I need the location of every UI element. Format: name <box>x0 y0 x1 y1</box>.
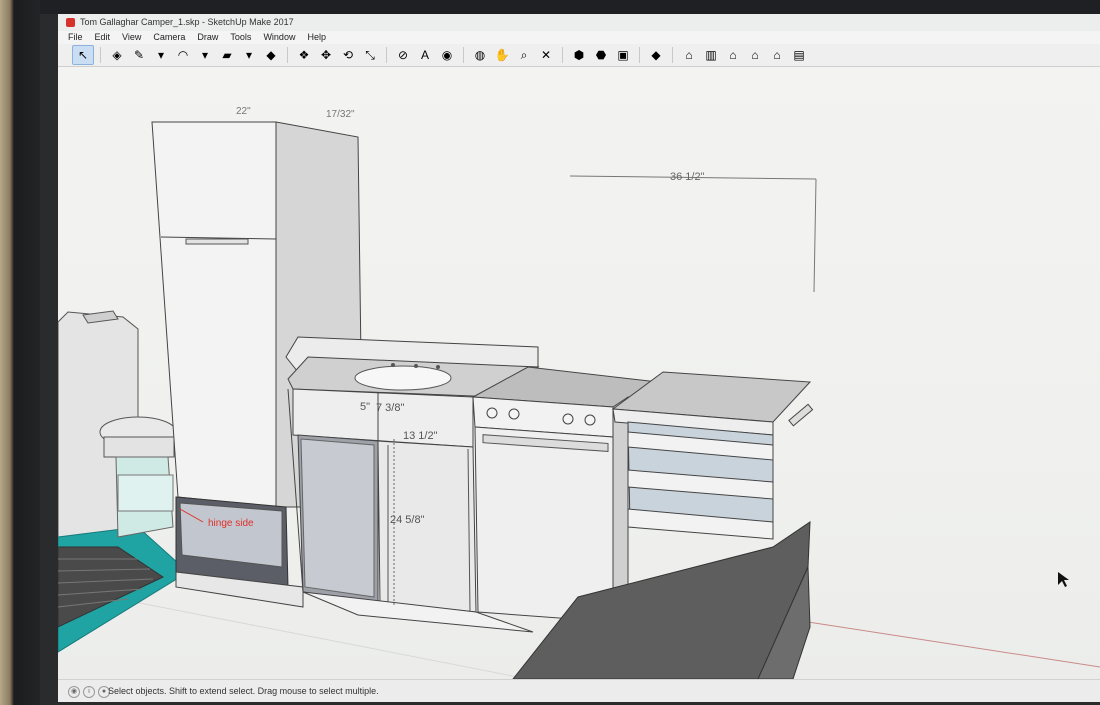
offset-tool[interactable]: ❖ <box>294 46 314 64</box>
sink-cabinet-interior <box>300 438 375 598</box>
back-view[interactable]: ⌂ <box>767 46 787 64</box>
toolbar-separator <box>463 47 464 63</box>
title-bar: Tom Gallaghar Camper_1.skp - SketchUp Ma… <box>58 14 1100 31</box>
toilet-bowl <box>103 436 175 458</box>
axis-red-line <box>807 621 1100 668</box>
eraser-tool[interactable]: ◈ <box>107 46 127 64</box>
dimension-22: 22" <box>236 106 251 117</box>
top-view[interactable]: ▥ <box>701 46 721 64</box>
menu-help[interactable]: Help <box>301 31 332 44</box>
paint-bucket-tool[interactable]: ◉ <box>437 46 457 64</box>
dimension-13: 13 1/2" <box>403 430 438 442</box>
window-title: Tom Gallaghar Camper_1.skp - SketchUp Ma… <box>80 17 294 27</box>
line-dropdown[interactable]: ▾ <box>151 46 171 64</box>
stove-knob <box>562 413 574 425</box>
dimension-leader <box>813 178 817 293</box>
sketchup-window: Tom Gallaghar Camper_1.skp - SketchUp Ma… <box>58 14 1100 702</box>
stove-knob <box>508 408 520 420</box>
line-tool[interactable]: ✎ <box>129 46 149 64</box>
towel-bar <box>788 403 814 427</box>
faucet-knob <box>414 364 418 368</box>
dimension-17: 17/32" <box>326 109 355 120</box>
zoom-extents-tool[interactable]: ✕ <box>536 46 556 64</box>
menu-tools[interactable]: Tools <box>224 31 257 44</box>
dimension-7: 7 3/8" <box>376 402 404 414</box>
warehouse-tool[interactable]: ⬢ <box>569 46 589 64</box>
ruby-tool[interactable]: ◆ <box>646 46 666 64</box>
shape-tool[interactable]: ▰ <box>217 46 237 64</box>
oven-front <box>474 426 614 623</box>
toolbar-separator <box>562 47 563 63</box>
toolbar-separator <box>639 47 640 63</box>
menu-bar: File Edit View Camera Draw Tools Window … <box>58 31 1100 44</box>
toolbar-separator <box>287 47 288 63</box>
status-message: Select objects. Shift to extend select. … <box>108 686 379 696</box>
status-bar: ◉ i ● Select objects. Shift to extend se… <box>58 679 1100 702</box>
fridge-handle <box>185 238 249 245</box>
menu-edit[interactable]: Edit <box>89 31 117 44</box>
monitor-bezel-left <box>0 0 40 705</box>
mouse-cursor <box>1058 572 1069 587</box>
stove-knob <box>486 407 498 419</box>
iso-view[interactable]: ⌂ <box>679 46 699 64</box>
dimension-5: 5" <box>360 401 370 413</box>
monitor-bezel-top <box>40 0 1100 14</box>
tape-measure-tool[interactable]: ⊘ <box>393 46 413 64</box>
share-model-tool[interactable]: ▣ <box>613 46 633 64</box>
shape-dropdown[interactable]: ▾ <box>239 46 259 64</box>
extension-tool[interactable]: ⬣ <box>591 46 611 64</box>
move-tool[interactable]: ✥ <box>316 46 336 64</box>
dimension-24: 24 5/8" <box>390 514 425 526</box>
sink-basin <box>354 365 452 391</box>
hinge-side-label: hinge side <box>208 518 254 529</box>
orbit-tool[interactable]: ◍ <box>470 46 490 64</box>
dimension-36: 36 1/2" <box>670 171 705 183</box>
left-view[interactable]: ▤ <box>789 46 809 64</box>
pan-tool[interactable]: ✋ <box>492 46 512 64</box>
toolbar-separator <box>386 47 387 63</box>
menu-file[interactable]: File <box>58 31 89 44</box>
info-icon[interactable]: i <box>83 686 95 698</box>
text-tool[interactable]: A <box>415 46 435 64</box>
right-view[interactable]: ⌂ <box>745 46 765 64</box>
zoom-tool[interactable]: ⌕ <box>514 46 534 64</box>
arc-tool[interactable]: ◠ <box>173 46 193 64</box>
select-tool[interactable]: ↖ <box>72 45 94 65</box>
faucet-knob <box>436 365 440 369</box>
model-canvas[interactable]: 36 1/2" 22" 17/32" 5" 7 3/8" 13 1/2" 24 … <box>58 67 1100 680</box>
sketchup-app-icon <box>66 18 75 27</box>
toolbar-separator <box>100 47 101 63</box>
geo-location-icon[interactable]: ◉ <box>68 686 80 698</box>
menu-view[interactable]: View <box>116 31 147 44</box>
toolbar-separator <box>672 47 673 63</box>
stove-knob <box>584 414 596 426</box>
rotate-tool[interactable]: ⟲ <box>338 46 358 64</box>
faucet-knob <box>391 363 395 367</box>
pushpull-tool[interactable]: ◆ <box>261 46 281 64</box>
menu-window[interactable]: Window <box>257 31 301 44</box>
front-view[interactable]: ⌂ <box>723 46 743 64</box>
main-toolbar: ↖ ◈ ✎ ▾ ◠ ▾ ▰ ▾ ◆ ❖ ✥ ⟲ ⤡ ⊘ A ◉ ◍ ✋ ⌕ ✕ ⬢ ⬣ ▣ ◆ ⌂ ▥ ⌂ ⌂ ⌂ ▤ <box>58 44 1100 67</box>
scale-tool[interactable]: ⤡ <box>360 46 380 64</box>
arc-dropdown[interactable]: ▾ <box>195 46 215 64</box>
menu-draw[interactable]: Draw <box>191 31 224 44</box>
menu-camera[interactable]: Camera <box>147 31 191 44</box>
model-viewport[interactable]: 36 1/2" 22" 17/32" 5" 7 3/8" 13 1/2" 24 … <box>58 67 1100 680</box>
sink-cabinet-door <box>377 440 477 613</box>
toilet-tank <box>117 474 174 512</box>
